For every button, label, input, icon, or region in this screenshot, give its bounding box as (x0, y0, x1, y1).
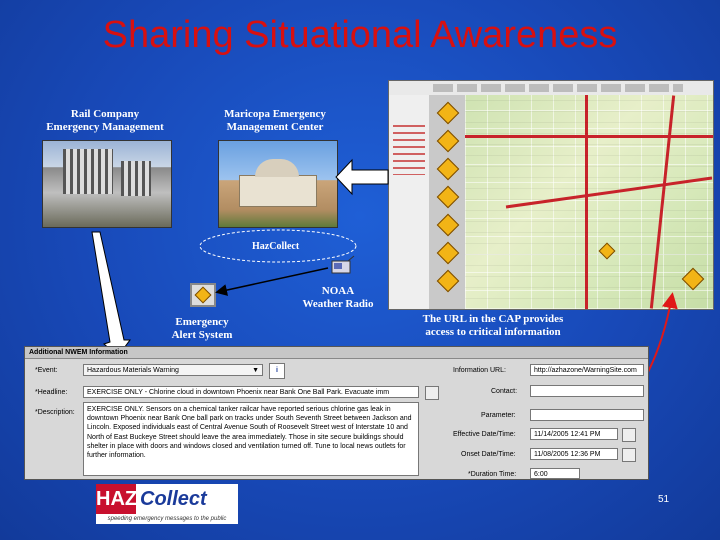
event-label: *Event: (35, 367, 58, 374)
edit-icon[interactable] (425, 386, 439, 400)
onset-datetime-input[interactable]: 11/08/2005 12:36 PM (530, 448, 618, 460)
parameter-label: Parameter: (481, 412, 516, 419)
duration-label: *Duration Time: (468, 471, 517, 478)
data-flow-arrow (335, 158, 389, 196)
info-url-input[interactable]: http://azhazone/WarningSite.com (530, 364, 644, 376)
description-label: *Description: (35, 409, 75, 416)
hazcollect-cloud (199, 229, 357, 263)
logo-haz: HAZ (96, 484, 137, 514)
onset-label: Onset Date/Time: (461, 451, 516, 458)
slide-number: 51 (658, 494, 670, 505)
effective-label: Effective Date/Time: (453, 431, 516, 438)
rail-to-form-arrow (91, 231, 131, 357)
parameter-input[interactable] (530, 409, 644, 421)
logo-tagline: speeding emergency messages to the publi… (96, 514, 238, 524)
headline-label: *Headline: (35, 389, 68, 396)
info-icon[interactable]: i (269, 363, 285, 379)
info-url-label: Information URL: (453, 367, 506, 374)
form-header: Additional NWEM Information (25, 347, 648, 359)
duration-input[interactable]: 6:00 (530, 468, 580, 479)
contact-label: Contact: (491, 388, 518, 395)
contact-input[interactable] (530, 385, 644, 397)
logo-collect: Collect (140, 488, 207, 510)
calendar-icon[interactable] (622, 448, 636, 462)
effective-datetime-input[interactable]: 11/14/2005 12:41 PM (530, 428, 618, 440)
description-textarea[interactable]: EXERCISE ONLY. Sensors on a chemical tan… (83, 402, 419, 476)
nwem-information-form[interactable]: Additional NWEM Information *Event: Haza… (24, 346, 649, 480)
to-eas-arrow (215, 267, 329, 296)
hazcollect-logo: HAZ Collect speeding emergency messages … (96, 484, 238, 524)
cap-url-arrow (647, 292, 678, 373)
event-select[interactable]: Hazardous Materials Warning ▼ (83, 364, 263, 376)
event-value: Hazardous Materials Warning (87, 367, 179, 374)
calendar-icon[interactable] (622, 428, 636, 442)
chevron-down-icon: ▼ (252, 367, 259, 374)
headline-input[interactable]: EXERCISE ONLY - Chlorine cloud in downto… (83, 386, 419, 398)
